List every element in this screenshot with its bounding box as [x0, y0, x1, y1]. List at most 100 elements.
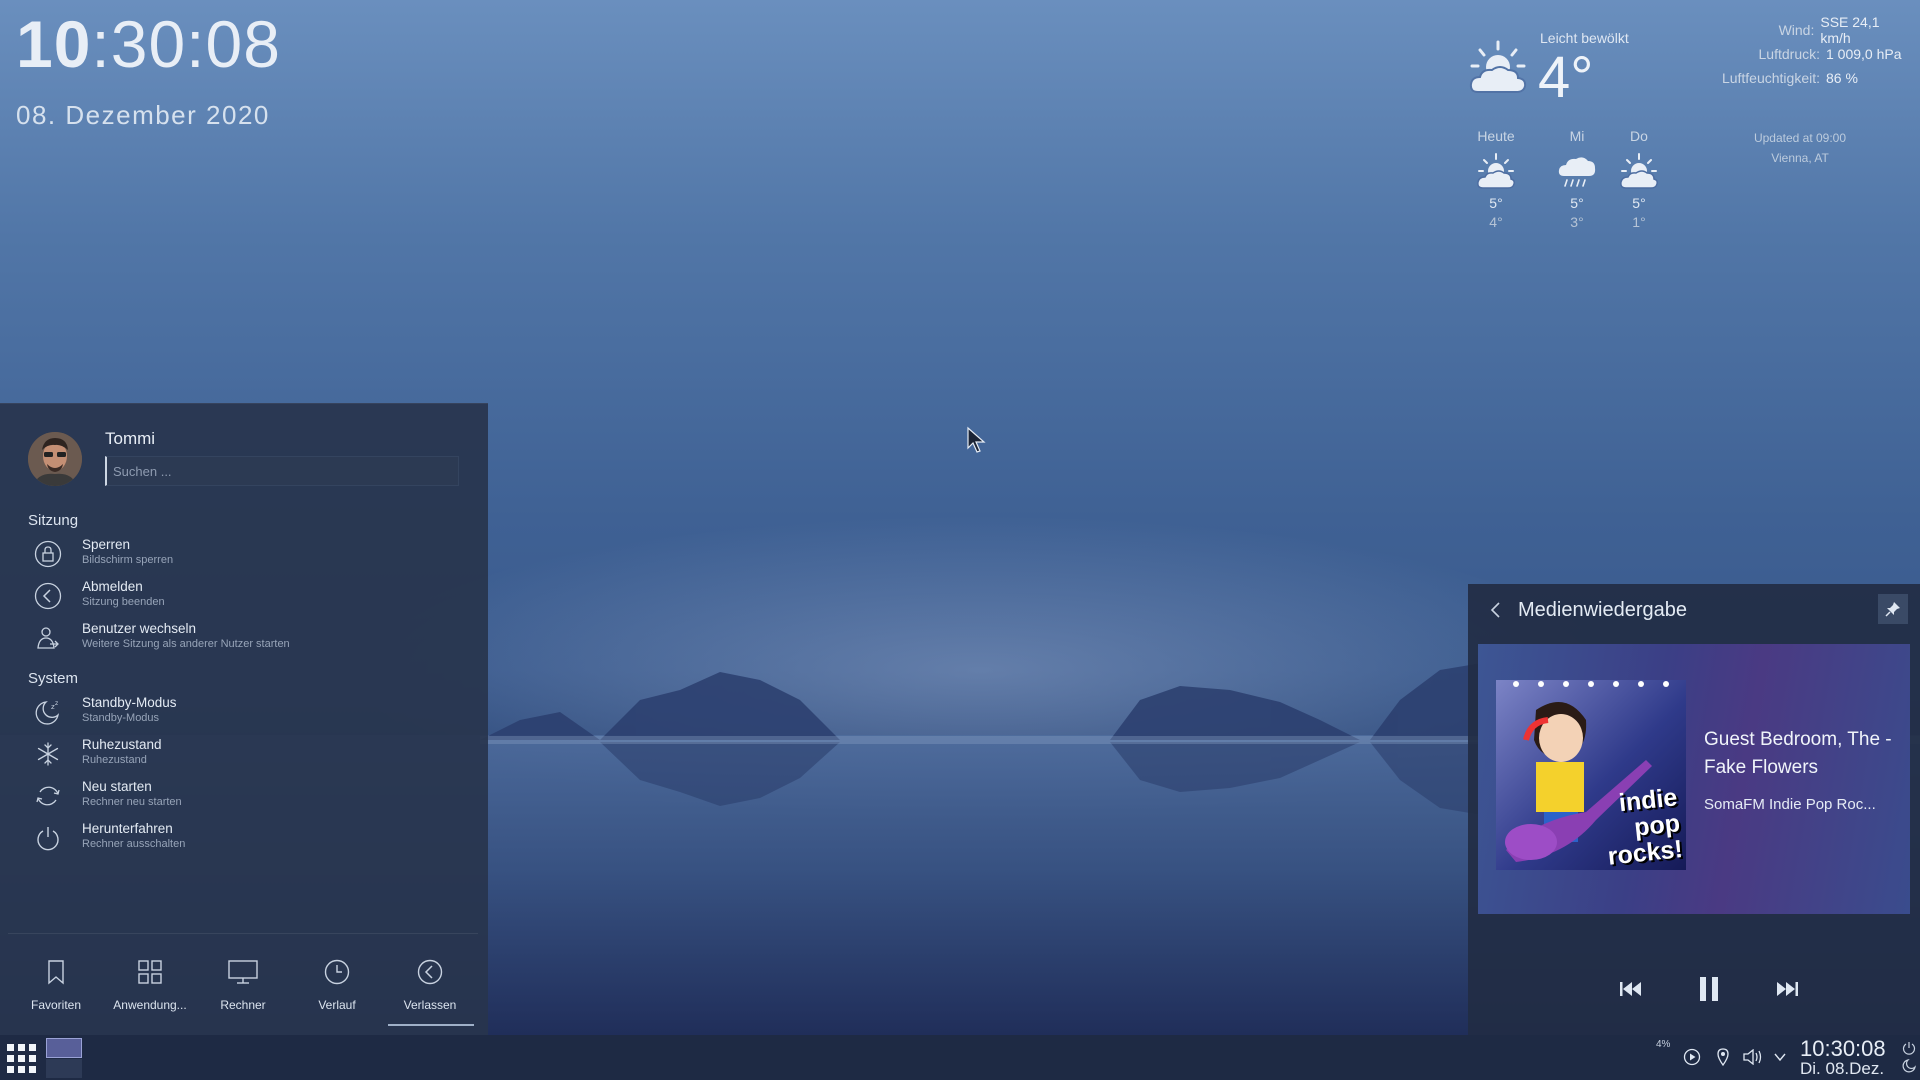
tab-favorites[interactable]: Favoriten	[10, 946, 102, 1026]
rain-icon	[1558, 157, 1596, 187]
forecast-high: 5°	[1632, 195, 1646, 211]
detail-label: Wind:	[1778, 22, 1815, 38]
hibernate-icon	[37, 742, 59, 766]
weather-widget[interactable]: Leicht bewölkt 4° Wind: SSE 24,1 km/h Luf…	[1460, 14, 1920, 248]
tab-history[interactable]: Verlauf	[291, 946, 383, 1026]
menu-item-title: Neu starten	[82, 779, 152, 794]
detail-value: SSE 24,1 km/h	[1820, 14, 1880, 46]
tray-expand-button[interactable]	[1768, 1045, 1792, 1069]
menu-item-standby[interactable]: zz Standby-Modus Standby-Modus	[28, 692, 468, 732]
desktop-2[interactable]	[46, 1059, 82, 1078]
previous-track-button[interactable]	[1614, 972, 1648, 1006]
volume-icon	[1743, 1049, 1762, 1065]
menu-item-title: Benutzer wechseln	[82, 621, 197, 636]
active-tab-indicator	[388, 1024, 474, 1026]
desktop-1[interactable]	[46, 1038, 82, 1058]
media-player-title: Medienwiedergabe	[1518, 599, 1688, 621]
menu-item-title: Herunterfahren	[82, 821, 173, 836]
tab-label: Favoriten	[30, 998, 82, 1012]
restart-icon	[36, 786, 60, 806]
back-arrow-icon[interactable]	[1488, 598, 1504, 622]
skip-next-icon	[1777, 982, 1798, 996]
forecast-day: Do 5° 1°	[1607, 128, 1671, 232]
pin-icon	[1885, 602, 1900, 617]
grid-icon	[138, 960, 162, 984]
forecast-low: 3°	[1570, 214, 1584, 230]
pause-icon	[1700, 977, 1718, 1001]
menu-item-title: Standby-Modus	[82, 695, 177, 710]
search-input[interactable]	[105, 456, 459, 486]
forecast-low: 1°	[1632, 214, 1646, 230]
avatar[interactable]	[28, 432, 82, 486]
mouse-pointer-icon	[967, 426, 986, 453]
power-icon	[37, 827, 59, 851]
album-art: indie pop rocks!	[1496, 680, 1686, 870]
station-name: SomaFM Indie Pop Roc...	[1704, 796, 1876, 813]
weather-temperature: 4°	[1538, 45, 1594, 110]
bookmark-icon	[48, 960, 64, 985]
pin-button[interactable]	[1878, 594, 1908, 624]
taskbar-clock-date[interactable]: Di. 08.Dez.	[1800, 1059, 1884, 1079]
standby-icon[interactable]	[1902, 1059, 1916, 1073]
menu-divider	[8, 933, 478, 934]
menu-item-title: Abmelden	[82, 579, 143, 594]
user-name: Tommi	[105, 429, 156, 448]
media-tray-button[interactable]	[1680, 1045, 1704, 1069]
standby-icon: zz	[35, 700, 60, 725]
location-pin-icon	[1717, 1048, 1729, 1066]
menu-item-shutdown[interactable]: Herunterfahren Rechner ausschalten	[28, 818, 468, 858]
desktop-date: 08. Dezember 2020	[16, 100, 270, 130]
weather-location: Vienna, AT	[1771, 151, 1829, 165]
album-art-text: indie pop rocks!	[1601, 783, 1684, 870]
now-playing-card: indie pop rocks! Guest Bedroom, The - Fake…	[1478, 644, 1910, 914]
media-player-popup: Medienwiedergabe indie pop rocks! Guest Be…	[1468, 584, 1920, 1035]
forecast-low: 4°	[1489, 214, 1503, 230]
chevron-down-icon	[1774, 1053, 1786, 1062]
tab-label: Anwendung...	[113, 998, 187, 1012]
weather-detail-row: Wind: SSE 24,1 km/h	[1680, 14, 1910, 46]
volume-tray-button[interactable]	[1741, 1045, 1765, 1069]
weather-updated: Updated at 09:00	[1753, 131, 1847, 145]
forecast-day-label: Heute	[1477, 128, 1515, 144]
svg-text:z: z	[55, 700, 58, 707]
menu-item-subtitle: Standby-Modus	[82, 712, 160, 724]
clock-hours: 10	[16, 7, 92, 81]
leave-icon	[417, 959, 443, 985]
menu-item-subtitle: Rechner ausschalten	[82, 838, 186, 850]
menu-item-subtitle: Bildschirm sperren	[82, 554, 174, 566]
desktop-clock: 10:30:08	[16, 6, 281, 82]
computer-icon	[228, 960, 258, 984]
menu-item-logout[interactable]: Abmelden Sitzung beenden	[28, 576, 468, 616]
menu-item-subtitle: Weitere Sitzung als anderer Nutzer start…	[82, 638, 290, 650]
virtual-desktop-pager[interactable]	[46, 1038, 82, 1078]
menu-item-lock[interactable]: Sperren Bildschirm sperren	[28, 534, 468, 574]
pause-button[interactable]	[1692, 972, 1726, 1006]
tab-applications[interactable]: Anwendung...	[104, 946, 196, 1026]
detail-label: Luftfeuchtigkeit:	[1721, 70, 1820, 86]
logout-icon	[34, 582, 62, 610]
tab-computer[interactable]: Rechner	[197, 946, 289, 1026]
menu-item-hibernate[interactable]: Ruhezustand Ruhezustand	[28, 734, 468, 774]
menu-item-switch-user[interactable]: Benutzer wechseln Weitere Sitzung als an…	[28, 618, 468, 658]
menu-item-title: Sperren	[82, 537, 131, 552]
partly-cloudy-day-icon	[1620, 153, 1658, 189]
taskbar: 4% 10:30:08 Di. 08.Dez.	[0, 1035, 1920, 1080]
track-title: Guest Bedroom, The - Fake Flowers	[1704, 729, 1892, 778]
location-tray-button[interactable]	[1711, 1045, 1735, 1069]
weather-detail-row: Luftfeuchtigkeit: 86 %	[1680, 66, 1910, 90]
detail-value: 1 009,0 hPa	[1826, 46, 1902, 62]
menu-item-title: Ruhezustand	[82, 737, 162, 752]
section-header-system: System	[28, 670, 79, 687]
next-track-button[interactable]	[1770, 972, 1804, 1006]
user-photo	[28, 432, 82, 486]
power-icon[interactable]	[1902, 1041, 1916, 1055]
play-circle-icon	[1683, 1048, 1701, 1066]
clock-minutes-seconds: :30:08	[91, 7, 281, 81]
tab-leave[interactable]: Verlassen	[384, 946, 476, 1026]
app-launcher-icon[interactable]	[6, 1043, 38, 1075]
forecast-high: 5°	[1570, 195, 1584, 211]
weather-update-info: Updated at 09:00 Vienna, AT	[1720, 128, 1880, 168]
menu-item-restart[interactable]: Neu starten Rechner neu starten	[28, 776, 468, 816]
lock-icon	[34, 540, 62, 568]
forecast-day: Mi 5° 3°	[1545, 128, 1609, 232]
